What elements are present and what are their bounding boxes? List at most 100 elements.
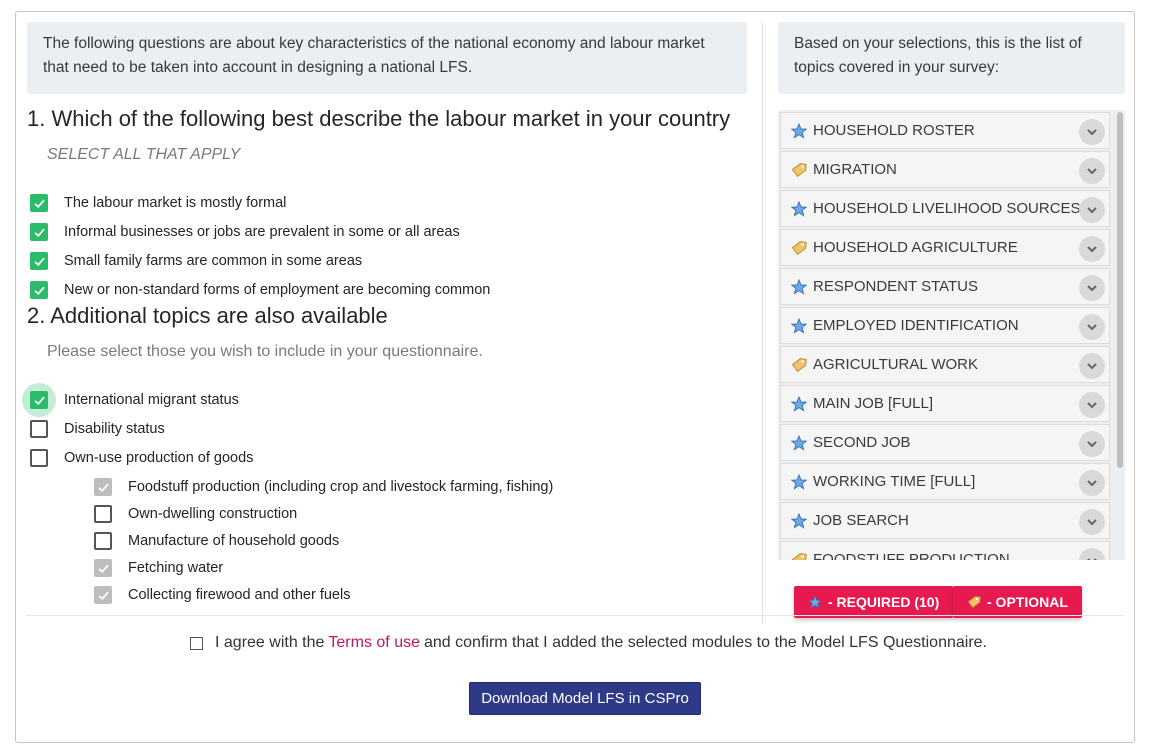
- q2-option-own-use[interactable]: Own-use production of goods: [30, 449, 253, 467]
- chevron-down-icon[interactable]: [1079, 353, 1105, 379]
- sub-option-label: Fetching water: [128, 560, 224, 576]
- topic-label: SECOND JOB: [813, 434, 911, 451]
- topic-label: RESPONDENT STATUS: [813, 278, 979, 295]
- checkbox-unchecked-icon[interactable]: [30, 420, 48, 438]
- footer-divider: [26, 615, 1124, 616]
- topic-item-job-search[interactable]: JOB SEARCH: [780, 502, 1110, 539]
- checkbox-checked-icon[interactable]: [30, 223, 48, 241]
- chevron-down-icon[interactable]: [1079, 392, 1105, 418]
- tag-icon: [791, 162, 807, 178]
- q1-option-label: New or non-standard forms of employment …: [64, 282, 491, 298]
- q1-option-label: The labour market is mostly formal: [64, 195, 287, 211]
- topic-item-household-agriculture[interactable]: HOUSEHOLD AGRICULTURE: [780, 229, 1110, 266]
- topic-label: HOUSEHOLD ROSTER: [813, 122, 975, 139]
- column-divider: [762, 22, 763, 624]
- topic-label: AGRICULTURAL WORK: [813, 356, 979, 373]
- sub-option-firewood: Collecting firewood and other fuels: [94, 586, 350, 604]
- terms-prefix: I agree with the: [215, 634, 325, 651]
- topic-item-livelihood-sources[interactable]: HOUSEHOLD LIVELIHOOD SOURCES: [780, 190, 1110, 227]
- checkbox-checked-icon[interactable]: [30, 281, 48, 299]
- topic-item-respondent-status[interactable]: RESPONDENT STATUS: [780, 268, 1110, 305]
- checkbox-checked-icon[interactable]: [30, 252, 48, 270]
- tag-icon: [791, 357, 807, 373]
- topic-label: WORKING TIME [FULL]: [813, 473, 976, 490]
- star-icon: [791, 395, 807, 412]
- survey-panel: The following questions are about key ch…: [15, 11, 1135, 743]
- checkbox-disabled-checked-icon: [94, 478, 112, 496]
- chevron-down-icon[interactable]: [1079, 548, 1105, 560]
- checkbox-disabled-checked-icon: [94, 559, 112, 577]
- q1-option-non-standard[interactable]: New or non-standard forms of employment …: [30, 281, 490, 299]
- question-2-subtitle: Please select those you wish to include …: [47, 343, 483, 360]
- q2-option-label: International migrant status: [64, 392, 239, 408]
- q1-option-formal[interactable]: The labour market is mostly formal: [30, 194, 286, 212]
- q1-option-family-farms[interactable]: Small family farms are common in some ar…: [30, 252, 362, 270]
- chevron-down-icon[interactable]: [1079, 509, 1105, 535]
- topic-item-second-job[interactable]: SECOND JOB: [780, 424, 1110, 461]
- star-icon: [791, 512, 807, 529]
- topic-label: EMPLOYED IDENTIFICATION: [813, 317, 1019, 334]
- required-legend-label: - REQUIRED (10): [828, 594, 940, 610]
- topic-item-agricultural-work[interactable]: AGRICULTURAL WORK: [780, 346, 1110, 383]
- terms-checkbox[interactable]: [190, 636, 203, 650]
- topic-item-household-roster[interactable]: HOUSEHOLD ROSTER: [780, 112, 1110, 149]
- q1-option-label: Small family farms are common in some ar…: [64, 253, 363, 269]
- topic-item-migration[interactable]: MIGRATION: [780, 151, 1110, 188]
- sub-option-foodstuff: Foodstuff production (including crop and…: [94, 478, 553, 496]
- terms-of-use-link[interactable]: Terms of use: [328, 634, 420, 652]
- topic-label: MIGRATION: [813, 161, 897, 178]
- sub-option-own-dwelling[interactable]: Own-dwelling construction: [94, 505, 297, 523]
- tag-icon: [791, 552, 807, 560]
- topic-label: MAIN JOB [FULL]: [813, 395, 934, 412]
- topic-item-main-job[interactable]: MAIN JOB [FULL]: [780, 385, 1110, 422]
- chevron-down-icon[interactable]: [1079, 275, 1105, 301]
- star-icon: [791, 122, 807, 139]
- sub-option-label: Own-dwelling construction: [128, 506, 298, 522]
- intro-text: The following questions are about key ch…: [43, 35, 705, 76]
- topics-list[interactable]: HOUSEHOLD ROSTER MIGRATION HOUSEHOLD LIV…: [778, 110, 1125, 560]
- sub-option-label: Collecting firewood and other fuels: [128, 587, 351, 603]
- topics-intro-text: Based on your selections, this is the li…: [794, 35, 1082, 76]
- sub-option-label: Foodstuff production (including crop and…: [128, 479, 554, 495]
- q1-option-informal[interactable]: Informal businesses or jobs are prevalen…: [30, 223, 460, 241]
- topic-label: HOUSEHOLD LIVELIHOOD SOURCES: [813, 200, 1081, 217]
- questions-column: The following questions are about key ch…: [22, 22, 748, 604]
- topic-item-employed-identification[interactable]: EMPLOYED IDENTIFICATION: [780, 307, 1110, 344]
- q2-option-label: Own-use production of goods: [64, 450, 254, 466]
- chevron-down-icon[interactable]: [1079, 470, 1105, 496]
- checkbox-unchecked-icon[interactable]: [30, 449, 48, 467]
- terms-suffix: and confirm that I added the selected mo…: [424, 634, 987, 651]
- optional-legend-button[interactable]: - OPTIONAL: [953, 586, 1082, 618]
- question-1-title: 1. Which of the following best describe …: [27, 106, 731, 131]
- chevron-down-icon[interactable]: [1079, 119, 1105, 145]
- star-icon: [808, 595, 822, 609]
- chevron-down-icon[interactable]: [1079, 314, 1105, 340]
- q1-option-label: Informal businesses or jobs are prevalen…: [64, 224, 460, 240]
- checkbox-checked-icon[interactable]: [30, 194, 48, 212]
- topics-scrollbar[interactable]: [1117, 112, 1123, 468]
- download-cspro-button[interactable]: Download Model LFS in CSPro: [469, 682, 701, 715]
- chevron-down-icon[interactable]: [1079, 236, 1105, 262]
- q2-option-disability[interactable]: Disability status: [30, 420, 165, 438]
- chevron-down-icon[interactable]: [1079, 158, 1105, 184]
- topic-label: FOODSTUFF PRODUCTION: [813, 551, 1010, 560]
- checkbox-unchecked-icon[interactable]: [94, 505, 112, 523]
- topics-column: Based on your selections, this is the li…: [778, 22, 1125, 618]
- chevron-down-icon[interactable]: [1079, 197, 1105, 223]
- checkbox-unchecked-icon[interactable]: [94, 532, 112, 550]
- required-legend-button[interactable]: - REQUIRED (10): [794, 586, 954, 618]
- q2-option-migrant-status[interactable]: International migrant status: [22, 383, 239, 417]
- question-2-title: 2. Additional topics are also available: [27, 303, 388, 328]
- checkbox-checked-icon[interactable]: [22, 383, 56, 417]
- topic-item-foodstuff-production[interactable]: FOODSTUFF PRODUCTION: [780, 541, 1110, 560]
- topic-item-working-time[interactable]: WORKING TIME [FULL]: [780, 463, 1110, 500]
- topic-label: JOB SEARCH: [813, 512, 909, 529]
- intro-box: The following questions are about key ch…: [27, 22, 747, 94]
- star-icon: [791, 317, 807, 334]
- chevron-down-icon[interactable]: [1079, 431, 1105, 457]
- sub-option-label: Manufacture of household goods: [128, 533, 340, 549]
- sub-option-manufacture[interactable]: Manufacture of household goods: [94, 532, 339, 550]
- question-1-subtitle: SELECT ALL THAT APPLY: [47, 146, 241, 163]
- optional-legend-label: - OPTIONAL: [987, 594, 1068, 610]
- tag-icon: [967, 595, 981, 609]
